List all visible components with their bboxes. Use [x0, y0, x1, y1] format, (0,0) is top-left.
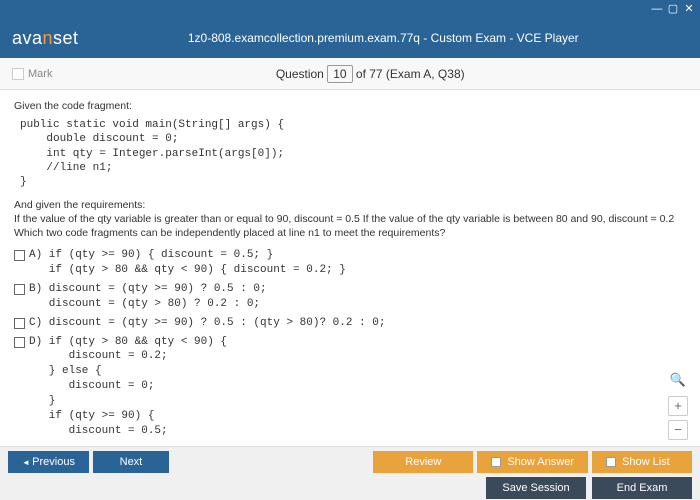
footer-toolbar: Previous Next Review Show Answer Show Li… [0, 446, 700, 500]
option-a-checkbox[interactable] [14, 250, 25, 261]
intro-text: Given the code fragment: [14, 100, 686, 112]
requirements-text: If the value of the qty variable is grea… [14, 213, 686, 240]
window-chrome: — ▢ ✕ [0, 0, 700, 18]
previous-button[interactable]: Previous [8, 451, 89, 473]
review-button[interactable]: Review [373, 451, 473, 473]
zoom-in-button[interactable]: + [668, 396, 688, 416]
option-a-text: A) if (qty >= 90) { discount = 0.5; } if… [29, 248, 346, 278]
zoom-controls: 🔍 + − [668, 372, 688, 440]
zoom-out-button[interactable]: − [668, 420, 688, 440]
option-c-checkbox[interactable] [14, 318, 25, 329]
option-b-text: B) discount = (qty >= 90) ? 0.5 : 0; dis… [29, 282, 267, 312]
maximize-button[interactable]: ▢ [666, 2, 680, 16]
question-num-box: 10 [327, 65, 352, 83]
option-b-checkbox[interactable] [14, 284, 25, 295]
save-session-button[interactable]: Save Session [486, 477, 586, 499]
requirements-label: And given the requirements: [14, 199, 686, 213]
mark-label: Mark [28, 68, 52, 80]
option-d-checkbox[interactable] [14, 337, 25, 348]
close-button[interactable]: ✕ [682, 2, 696, 16]
show-list-button[interactable]: Show List [592, 451, 692, 473]
end-exam-button[interactable]: End Exam [592, 477, 692, 499]
option-c-text: C) discount = (qty >= 90) ? 0.5 : (qty >… [29, 316, 385, 331]
logo: avanset [12, 28, 79, 49]
question-header: Mark Question 10 of 77 (Exam A, Q38) [0, 58, 700, 90]
question-content[interactable]: Given the code fragment: public static v… [0, 90, 700, 440]
next-button[interactable]: Next [93, 451, 169, 473]
mark-checkbox[interactable] [12, 68, 24, 80]
titlebar: avanset 1z0-808.examcollection.premium.e… [0, 18, 700, 58]
search-icon[interactable]: 🔍 [668, 372, 688, 392]
code-fragment: public static void main(String[] args) {… [20, 118, 686, 189]
show-answer-checkbox[interactable] [491, 457, 501, 467]
show-answer-button[interactable]: Show Answer [477, 451, 588, 473]
question-number: Question 10 of 77 (Exam A, Q38) [52, 67, 688, 81]
window-title: 1z0-808.examcollection.premium.exam.77q … [79, 31, 688, 45]
minimize-button[interactable]: — [650, 2, 664, 16]
option-d-text: D) if (qty > 80 && qty < 90) { discount … [29, 335, 227, 440]
show-list-checkbox[interactable] [606, 457, 616, 467]
